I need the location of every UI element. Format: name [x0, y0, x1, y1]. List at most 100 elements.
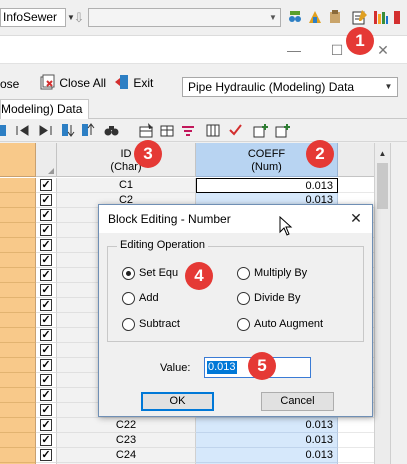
main-combo[interactable]: ▼ [88, 8, 281, 27]
row-checkbox[interactable]: ✓ [40, 344, 52, 356]
checkbox-column-header[interactable] [36, 143, 57, 177]
row-header-cell[interactable] [0, 283, 36, 298]
tab-modeling-data[interactable]: Modeling) Data [0, 99, 90, 119]
row-checkbox[interactable]: ✓ [40, 329, 52, 341]
chevron-down-icon[interactable]: ▼ [381, 79, 396, 95]
dialog-close-icon[interactable]: ✕ [348, 210, 364, 226]
check-column-icon[interactable] [228, 123, 243, 138]
row-header-corner[interactable] [0, 143, 36, 177]
row-header-cell[interactable] [0, 403, 36, 418]
row-header-cell[interactable] [0, 313, 36, 328]
coeff-cell[interactable]: 0.013 [196, 418, 338, 433]
row-checkbox[interactable]: ✓ [40, 449, 52, 461]
scrollbar-thumb[interactable] [377, 163, 388, 209]
id-cell[interactable]: C23 [57, 433, 196, 448]
row-checkbox[interactable]: ✓ [40, 434, 52, 446]
find-binoculars-icon[interactable] [104, 123, 119, 138]
report-icon[interactable] [373, 9, 389, 25]
block-edit-icon[interactable] [139, 123, 154, 138]
row-header-cell[interactable] [0, 253, 36, 268]
radio-multiply-by-label: Multiply By [254, 267, 308, 279]
row-header-cell[interactable] [0, 448, 36, 463]
id-cell[interactable]: C1 [57, 178, 196, 193]
row-checkbox[interactable]: ✓ [40, 209, 52, 221]
row-header-cell[interactable] [0, 388, 36, 403]
ok-button[interactable]: OK [141, 392, 214, 411]
row-header-cell[interactable] [0, 193, 36, 208]
row-checkbox[interactable]: ✓ [40, 389, 52, 401]
minimize-icon[interactable]: — [284, 40, 304, 60]
radio-subtract-dot[interactable] [122, 318, 135, 331]
radio-auto-augment-dot[interactable] [237, 318, 250, 331]
row-checkbox[interactable]: ✓ [40, 194, 52, 206]
close-all-button[interactable]: Close All [40, 74, 106, 92]
row-checkbox[interactable]: ✓ [40, 314, 52, 326]
scroll-up-icon[interactable]: ▲ [375, 148, 390, 160]
nav-last-icon[interactable] [38, 123, 53, 138]
sort-ascending-icon[interactable] [61, 123, 76, 138]
cancel-button[interactable]: Cancel [261, 392, 334, 411]
row-checkbox[interactable]: ✓ [40, 239, 52, 251]
radio-add-dot[interactable] [122, 292, 135, 305]
sort-icon[interactable] [0, 123, 15, 138]
table-row[interactable]: ✓ C22 0.013 [0, 418, 374, 433]
row-header-cell[interactable] [0, 343, 36, 358]
table-row[interactable]: ✓ C24 0.013 [0, 448, 374, 463]
row-header-cell[interactable] [0, 268, 36, 283]
row-header-cell[interactable] [0, 328, 36, 343]
filter-icon[interactable] [181, 123, 196, 138]
row-checkbox[interactable]: ✓ [40, 374, 52, 386]
coeff-cell[interactable]: 0.013 [196, 178, 338, 193]
id-cell[interactable]: C24 [57, 448, 196, 463]
row-header-cell[interactable] [0, 433, 36, 448]
tool-icon-2[interactable] [307, 9, 323, 25]
edit-data-icon[interactable] [352, 9, 368, 25]
coeff-cell[interactable]: 0.013 [196, 433, 338, 448]
row-header-cell[interactable] [0, 178, 36, 193]
maximize-icon[interactable]: ☐ [327, 40, 347, 60]
sort-descending-icon[interactable] [81, 123, 96, 138]
table-select[interactable]: Pipe Hydraulic (Modeling) Data ▼ [182, 77, 398, 97]
row-checkbox[interactable]: ✓ [40, 179, 52, 191]
down-arrow-icon[interactable]: ⇩ [71, 8, 87, 27]
add-row-icon[interactable] [253, 123, 268, 138]
close-button[interactable]: ose [0, 77, 19, 91]
radio-set-equal-dot[interactable] [122, 267, 135, 280]
table-row[interactable]: ✓ C23 0.013 [0, 433, 374, 448]
table-row[interactable]: ✓ C1 0.013 [0, 178, 374, 193]
id-cell[interactable]: C22 [57, 418, 196, 433]
row-checkbox[interactable]: ✓ [40, 404, 52, 416]
row-header-cell[interactable] [0, 373, 36, 388]
row-checkbox[interactable]: ✓ [40, 254, 52, 266]
row-header-cell[interactable] [0, 298, 36, 313]
row-header-cell[interactable] [0, 418, 36, 433]
id-column-header[interactable]: ID (Char) [57, 143, 196, 177]
chevron-down-icon[interactable]: ▼ [266, 9, 280, 26]
row-checkbox[interactable]: ✓ [40, 224, 52, 236]
row-header-cell[interactable] [0, 223, 36, 238]
table-icon[interactable] [160, 123, 175, 138]
radio-set-equal-label: Set Equ [139, 267, 179, 279]
nav-first-icon[interactable] [15, 123, 30, 138]
row-checkbox[interactable]: ✓ [40, 284, 52, 296]
row-header-cell[interactable] [0, 358, 36, 373]
exit-button[interactable]: Exit [114, 74, 153, 92]
row-checkbox[interactable]: ✓ [40, 419, 52, 431]
row-header-cell[interactable] [0, 208, 36, 223]
radio-divide-by-dot[interactable] [237, 292, 250, 305]
close-all-label: Close All [59, 76, 107, 90]
close-icon[interactable]: ✕ [373, 40, 393, 60]
radio-multiply-by-dot[interactable] [237, 267, 250, 280]
report-icon-2[interactable] [393, 9, 407, 25]
tool-icon-1[interactable] [287, 9, 303, 25]
row-checkbox[interactable]: ✓ [40, 269, 52, 281]
add-column-icon[interactable] [275, 123, 290, 138]
tool-icon-3[interactable] [327, 9, 343, 25]
vertical-scrollbar[interactable]: ▲ [374, 143, 390, 464]
columns-icon[interactable] [206, 123, 221, 138]
row-header-cell[interactable] [0, 238, 36, 253]
row-checkbox[interactable]: ✓ [40, 299, 52, 311]
row-checkbox[interactable]: ✓ [40, 359, 52, 371]
app-combo[interactable]: InfoSewer [0, 8, 66, 27]
coeff-cell[interactable]: 0.013 [196, 448, 338, 463]
